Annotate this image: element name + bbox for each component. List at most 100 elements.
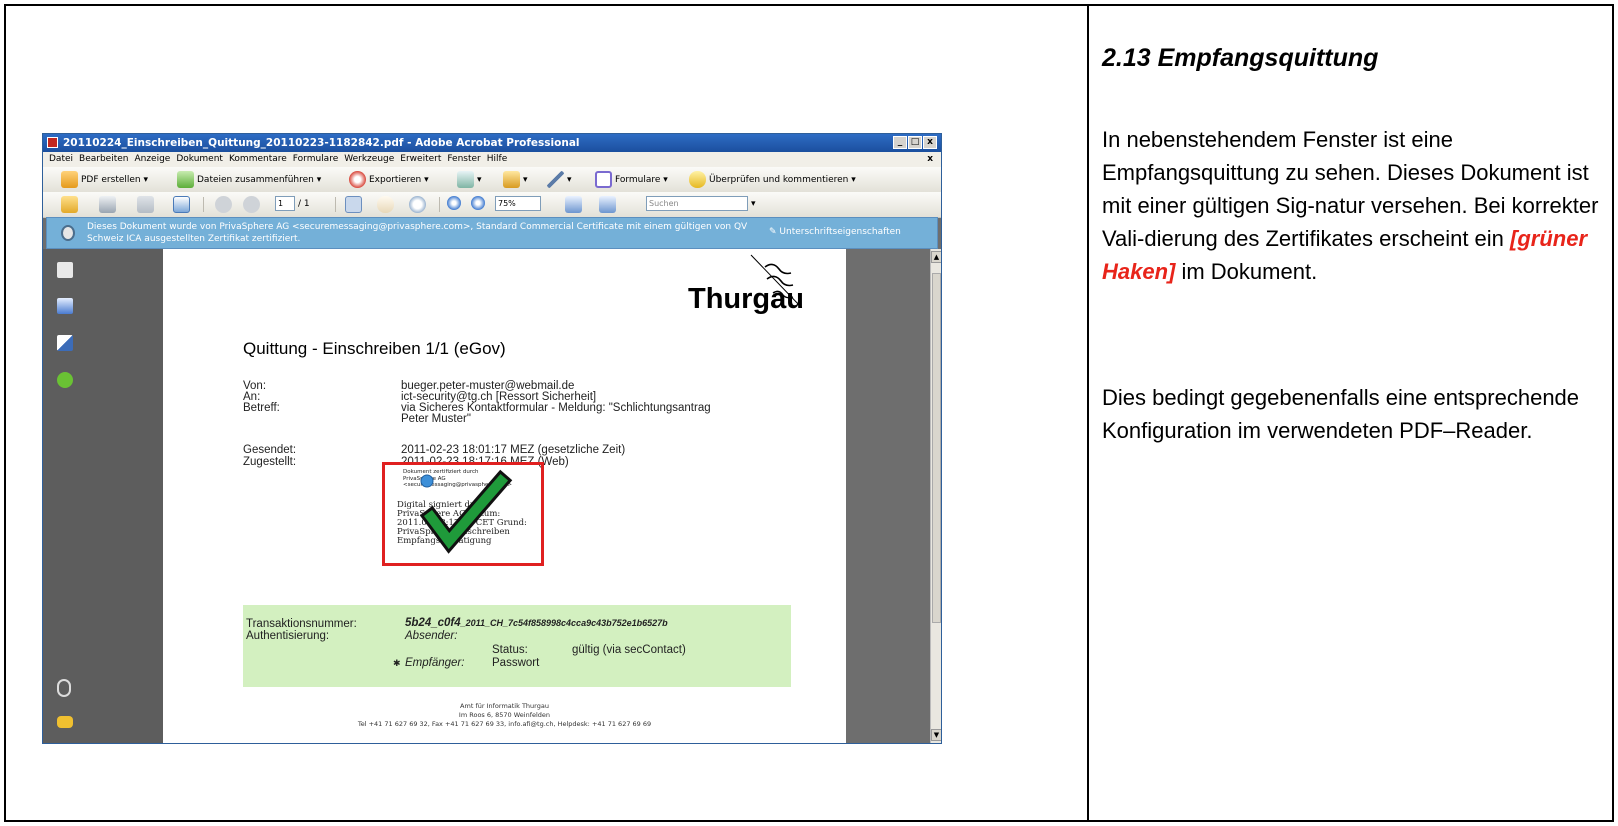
menu-datei[interactable]: Datei bbox=[49, 154, 73, 164]
zoom-level-select[interactable]: 75% bbox=[495, 196, 541, 211]
column-divider bbox=[1087, 4, 1089, 822]
export-icon bbox=[349, 171, 366, 188]
ueberpruefen-button[interactable]: Überprüfen und kommentieren ▾ bbox=[689, 171, 856, 188]
gesendet-value: 2011-02-23 18:01:17 MEZ (gesetzliche Zei… bbox=[401, 444, 626, 456]
page-current-input[interactable]: 1 bbox=[275, 196, 295, 211]
select-icon bbox=[345, 196, 362, 213]
search-dropdown-arrow[interactable]: ▾ bbox=[751, 199, 756, 209]
certification-text: Dieses Dokument wurde von PrivaSphere AG… bbox=[87, 222, 748, 244]
next-page-button[interactable] bbox=[243, 196, 260, 213]
gesendet-label: Gesendet: bbox=[243, 444, 297, 456]
window-title: 20110224_Einschreiben_Quittung_20110223-… bbox=[63, 137, 580, 149]
fullscreen-icon bbox=[599, 196, 616, 213]
passwort-value: Passwort bbox=[492, 657, 540, 669]
acrobat-icon bbox=[47, 137, 58, 148]
menu-kommentare[interactable]: Kommentare bbox=[229, 154, 287, 164]
zoom-tool-button[interactable] bbox=[409, 196, 426, 213]
save-icon bbox=[137, 196, 154, 213]
menu-formulare[interactable]: Formulare bbox=[293, 154, 338, 164]
zoom-out-icon bbox=[447, 196, 461, 210]
menu-anzeige[interactable]: Anzeige bbox=[134, 154, 170, 164]
help-icon[interactable] bbox=[57, 372, 73, 388]
signature-box[interactable]: Dokument zertifiziert durch PrivaSphere … bbox=[382, 462, 544, 566]
transaction-number: 5b24_c0f4_2011_CH_7c54f858998c4cca9c43b7… bbox=[405, 617, 668, 629]
prev-page-icon bbox=[215, 196, 232, 213]
paragraph-1: In nebenstehendem Fenster ist eine Empfa… bbox=[1102, 123, 1602, 288]
authentisierung-label: Authentisierung: bbox=[246, 630, 330, 642]
formulare-button[interactable]: Formulare ▾ bbox=[595, 171, 668, 188]
navigation-pane bbox=[43, 249, 163, 743]
paragraph-2: Dies bedingt gegebenenfalls eine entspre… bbox=[1102, 385, 1580, 443]
transaction-number-bold: 5b24_c0f4 bbox=[405, 617, 461, 629]
prev-page-button[interactable] bbox=[215, 196, 232, 213]
save-button[interactable] bbox=[137, 196, 154, 213]
zoom-out-button[interactable] bbox=[447, 196, 461, 210]
menu-werkzeuge[interactable]: Werkzeuge bbox=[344, 154, 394, 164]
scroll-up-button[interactable]: ▲ bbox=[931, 251, 941, 263]
menu-bearbeiten[interactable]: Bearbeiten bbox=[79, 154, 128, 164]
print-button[interactable] bbox=[99, 196, 116, 213]
empfaenger-label: Empfänger: bbox=[405, 657, 465, 669]
scroll-thumb[interactable] bbox=[932, 273, 941, 623]
minimize-button[interactable]: _ bbox=[893, 136, 907, 149]
review-icon bbox=[689, 171, 706, 188]
page-total: / 1 bbox=[298, 198, 310, 209]
scroll-down-button[interactable]: ▼ bbox=[931, 729, 941, 741]
search-box: Suchen ▾ bbox=[646, 196, 756, 211]
next-page-icon bbox=[243, 196, 260, 213]
toolbar-tasks: PDF erstellen ▾ Dateien zusammenführen ▾… bbox=[43, 167, 941, 193]
acrobat-window: 20110224_Einschreiben_Quittung_20110223-… bbox=[42, 133, 942, 744]
section-title: 2.13 Empfangsquittung bbox=[1102, 44, 1379, 72]
attachment-icon[interactable] bbox=[57, 679, 71, 697]
fit-width-icon bbox=[565, 196, 582, 213]
email-icon bbox=[173, 196, 190, 213]
secure-icon bbox=[457, 171, 474, 188]
menu-erweitert[interactable]: Erweitert bbox=[400, 154, 441, 164]
paragraph-1-text-b: im Dokument. bbox=[1175, 259, 1318, 284]
vertical-scrollbar[interactable]: ▲ ▼ bbox=[930, 249, 941, 743]
menu-fenster[interactable]: Fenster bbox=[447, 154, 480, 164]
print-icon bbox=[99, 196, 116, 213]
sign-button[interactable]: ▾ bbox=[547, 171, 572, 188]
transaction-label: Transaktionsnummer: bbox=[246, 618, 357, 630]
fullscreen-button[interactable] bbox=[599, 196, 616, 213]
open-button[interactable] bbox=[61, 196, 78, 213]
pdf-erstellen-button[interactable]: PDF erstellen ▾ bbox=[61, 171, 148, 188]
secure-button[interactable]: ▾ bbox=[457, 171, 482, 188]
pages-icon[interactable] bbox=[57, 262, 73, 278]
toolbar-separator bbox=[439, 197, 440, 212]
sign-pen-icon bbox=[547, 171, 564, 188]
zugestellt-label: Zugestellt: bbox=[243, 456, 297, 468]
menu-hilfe[interactable]: Hilfe bbox=[487, 154, 507, 164]
dateien-zusammenfuehren-button[interactable]: Dateien zusammenführen ▾ bbox=[177, 171, 321, 188]
maximize-button[interactable]: □ bbox=[908, 136, 922, 149]
exportieren-button[interactable]: Exportieren ▾ bbox=[349, 171, 429, 188]
email-button[interactable] bbox=[173, 196, 190, 213]
bookmarks-icon[interactable] bbox=[57, 298, 73, 314]
toolbar-separator bbox=[203, 197, 204, 212]
secure-dropdown-arrow: ▾ bbox=[477, 174, 482, 185]
toolbar-separator bbox=[335, 197, 336, 212]
checkmark-icon bbox=[419, 469, 513, 554]
status-value: gültig (via secContact) bbox=[572, 644, 686, 656]
exportieren-label: Exportieren ▾ bbox=[369, 174, 429, 185]
fit-width-button[interactable] bbox=[565, 196, 582, 213]
pdf-erstellen-label: PDF erstellen ▾ bbox=[81, 174, 149, 185]
ueberpruefen-label: Überprüfen und kommentieren ▾ bbox=[709, 174, 856, 185]
signatures-icon[interactable] bbox=[57, 335, 73, 351]
formulare-label: Formulare ▾ bbox=[615, 174, 668, 185]
document-close-button[interactable]: x bbox=[927, 152, 933, 167]
comments-icon[interactable] bbox=[57, 716, 73, 728]
menu-dokument[interactable]: Dokument bbox=[176, 154, 223, 164]
hand-tool-button[interactable] bbox=[377, 196, 394, 213]
search-input[interactable]: Suchen bbox=[646, 196, 748, 211]
close-button[interactable]: x bbox=[923, 136, 937, 149]
zoom-in-button[interactable] bbox=[471, 196, 485, 210]
zoom-icon bbox=[409, 196, 426, 213]
select-tool-button[interactable] bbox=[345, 196, 362, 213]
signature-properties-button[interactable]: ✎ Unterschriftseigenschaften bbox=[769, 227, 901, 237]
transaction-number-rest: _2011_CH_7c54f858998c4cca9c43b752e1b6527… bbox=[460, 618, 668, 628]
dateien-label: Dateien zusammenführen ▾ bbox=[197, 174, 322, 185]
thurgau-logo: Thurgau bbox=[688, 283, 804, 315]
lock-button[interactable]: ▾ bbox=[503, 171, 528, 188]
